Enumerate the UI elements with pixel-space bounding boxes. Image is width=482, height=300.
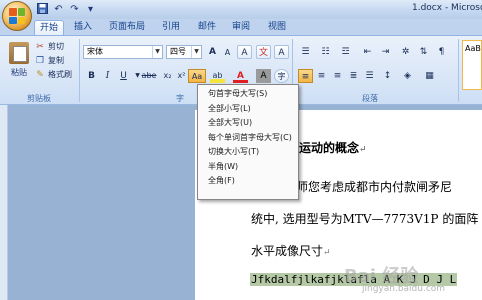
menu-item-sentence-case[interactable]: 句首字母大写(S) <box>198 87 298 102</box>
phonetic-guide-button[interactable]: 文 <box>256 45 271 59</box>
menu-item-uppercase[interactable]: 全部大写(U) <box>198 116 298 131</box>
character-shading-button[interactable]: A <box>256 69 271 83</box>
ribbon-tabs: 开始 插入 页面布局 引用 邮件 审阅 视图 <box>0 19 482 35</box>
scissors-icon: ✂ <box>36 41 44 52</box>
menu-item-lowercase[interactable]: 全部小写(L) <box>198 102 298 117</box>
tab-page-layout[interactable]: 页面布局 <box>104 20 150 35</box>
group-separator <box>458 39 459 102</box>
chinese-layout-icon[interactable]: ✲ <box>398 45 413 59</box>
office-button[interactable] <box>2 1 32 31</box>
subscript-button[interactable]: x₂ <box>160 69 175 83</box>
font-group-label: 字 <box>176 94 184 103</box>
tab-references[interactable]: 引用 <box>156 20 186 35</box>
menu-item-toggle-case[interactable]: 切换大小写(T) <box>198 145 298 160</box>
tab-home[interactable]: 开始 <box>34 20 64 35</box>
numbering-icon[interactable]: ☷ <box>318 45 333 59</box>
save-icon[interactable] <box>36 3 49 16</box>
paragraph-group-label: 段落 <box>362 94 378 103</box>
line-spacing-icon[interactable]: ↕ <box>380 69 395 83</box>
redo-button[interactable]: ↷ <box>68 3 81 16</box>
change-case-button[interactable]: Aa <box>188 69 206 83</box>
tab-insert[interactable]: 插入 <box>68 20 98 35</box>
shading-icon[interactable]: ◈ <box>400 69 415 83</box>
document-line: 水平成像尺寸↵ <box>251 242 331 259</box>
paintbrush-icon: ✎ <box>36 69 44 80</box>
group-separator <box>79 39 80 102</box>
align-right-icon[interactable]: ≡ <box>330 69 345 83</box>
cut-button[interactable]: ✂ 剪切 <box>35 41 64 52</box>
paste-button[interactable]: 粘贴 <box>6 40 32 90</box>
copy-label: 复制 <box>48 56 64 65</box>
menu-item-full-width[interactable]: 全角(F) <box>198 174 298 189</box>
font-size-combo[interactable]: 四号 ▼ <box>166 45 202 59</box>
increase-indent-icon[interactable]: ⇥ <box>378 45 393 59</box>
paste-label: 粘贴 <box>11 68 27 77</box>
style-gallery[interactable]: AaB <box>462 40 482 90</box>
menu-item-capitalize-each-word[interactable]: 每个单词首字母大写(C) <box>198 131 298 146</box>
font-name-value: 宋体 <box>87 47 103 56</box>
sort-icon[interactable]: ⇅ <box>416 45 431 59</box>
justify-icon[interactable]: ≣ <box>346 69 361 83</box>
cut-label: 剪切 <box>48 42 64 51</box>
quick-access-toolbar: ↶ ↷ ▾ <box>36 3 97 16</box>
watermark-url: jingyan.baidu.com <box>362 284 446 294</box>
font-color-button[interactable]: A <box>233 69 248 83</box>
chevron-down-icon[interactable]: ▼ <box>191 46 201 58</box>
style-preview: AaB <box>465 44 481 53</box>
copy-button[interactable]: ❐ 复制 <box>35 55 64 66</box>
align-left-icon[interactable]: ≡ <box>298 69 313 83</box>
document-line: 老师您考虑成都市内付款闸矛尼 <box>284 180 453 194</box>
grow-font-button[interactable]: A <box>205 45 220 59</box>
borders-icon[interactable]: ▦ <box>422 69 437 83</box>
change-case-menu: 句首字母大写(S) 全部小写(L) 全部大写(U) 每个单词首字母大写(C) 切… <box>197 84 299 200</box>
title-bar: ↶ ↷ ▾ 1.docx - Microsof <box>0 0 482 19</box>
menu-item-half-width[interactable]: 半角(W) <box>198 160 298 175</box>
shrink-font-button[interactable]: A <box>220 46 235 60</box>
character-border-button[interactable]: A <box>274 45 289 59</box>
customize-qat-button[interactable]: ▾ <box>84 3 97 16</box>
show-marks-icon[interactable]: ¶ <box>434 45 449 59</box>
paragraph-mark: ↵ <box>323 248 331 258</box>
line-text: 水平成像尺寸 <box>251 244 324 258</box>
document-heading: 运动的概念↵ <box>299 139 367 156</box>
multilevel-list-icon[interactable]: ☲ <box>338 45 353 59</box>
decrease-indent-icon[interactable]: ⇤ <box>360 45 375 59</box>
bullets-icon[interactable]: ☰ <box>298 45 313 59</box>
superscript-button[interactable]: x² <box>174 69 189 83</box>
format-painter-label: 格式刷 <box>48 70 72 79</box>
italic-button[interactable]: I <box>100 69 115 83</box>
tab-mailings[interactable]: 邮件 <box>192 20 222 35</box>
vertical-ruler <box>0 105 8 300</box>
strikethrough-button[interactable]: abe <box>140 69 158 83</box>
font-name-combo[interactable]: 宋体 ▼ <box>83 45 163 59</box>
tab-review[interactable]: 审阅 <box>226 20 256 35</box>
undo-button[interactable]: ↶ <box>52 3 65 16</box>
format-painter-button[interactable]: ✎ 格式刷 <box>35 69 72 80</box>
highlight-button[interactable]: ab <box>210 69 225 83</box>
document-line: 统中, 选用型号为MTV—7773V1P 的面阵 <box>251 212 479 226</box>
clipboard-group-label: 剪贴板 <box>27 94 51 103</box>
distributed-icon[interactable]: ☰ <box>362 69 377 83</box>
copy-icon: ❐ <box>35 55 45 66</box>
chevron-down-icon[interactable]: ▼ <box>152 46 162 58</box>
window-title: 1.docx - Microsof <box>412 3 482 13</box>
bold-button[interactable]: B <box>84 69 99 83</box>
office-logo-icon <box>9 8 25 24</box>
align-center-icon[interactable]: ≡ <box>314 69 329 83</box>
font-size-value: 四号 <box>170 47 186 56</box>
tab-view[interactable]: 视图 <box>262 20 292 35</box>
underline-button[interactable]: U <box>116 69 131 83</box>
clipboard-icon <box>9 42 29 64</box>
clear-formatting-button[interactable]: A <box>237 45 252 59</box>
enclose-characters-button[interactable]: 字 <box>274 69 289 83</box>
paragraph-mark: ↵ <box>359 145 367 155</box>
heading-text: 运动的概念 <box>299 141 360 155</box>
